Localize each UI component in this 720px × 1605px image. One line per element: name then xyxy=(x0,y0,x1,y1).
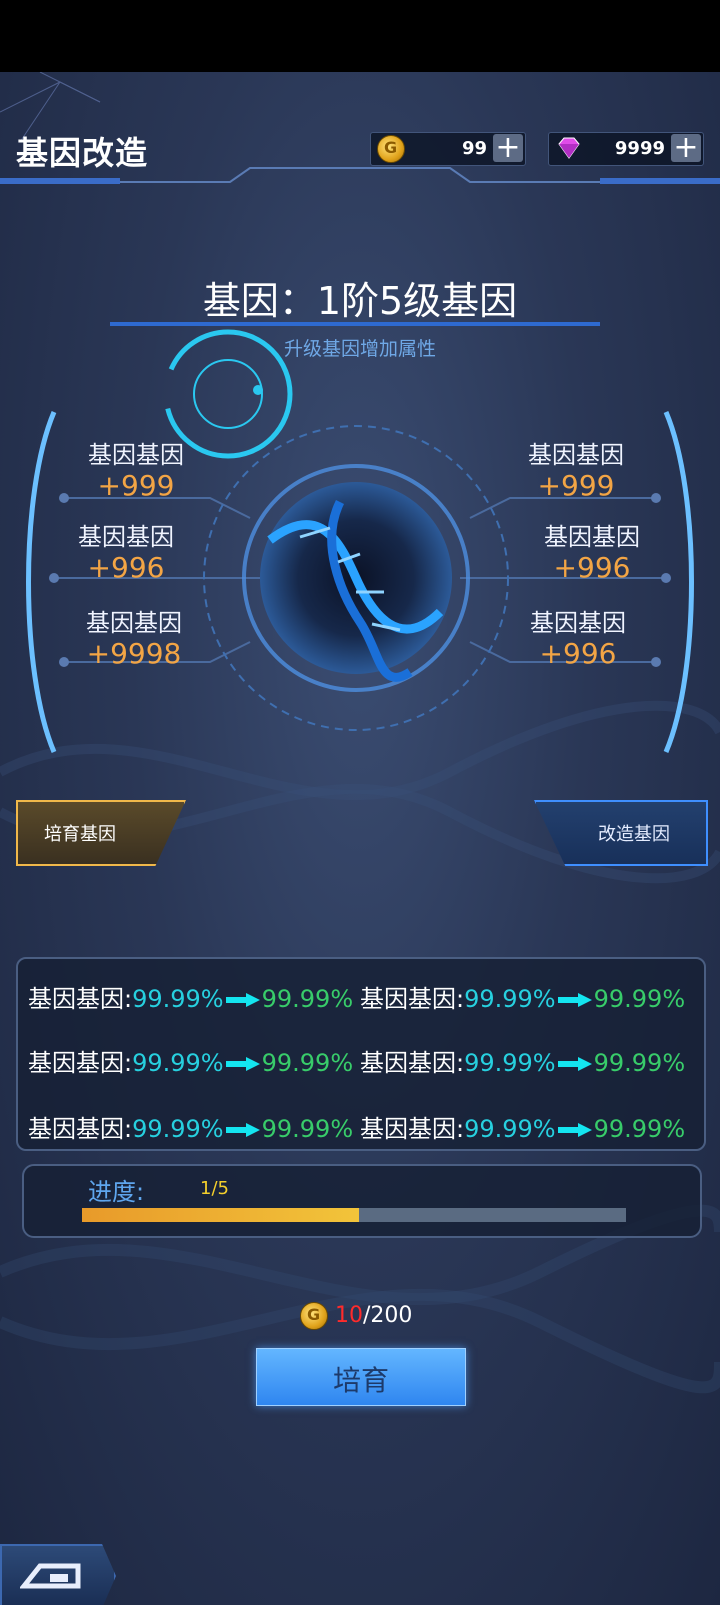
stat-label: 基因基因: xyxy=(28,1115,133,1143)
stat-old-value: 99.99% xyxy=(464,985,556,1013)
attribute-value: +9998 xyxy=(86,637,182,670)
left-attribute: 基因基因 +999 xyxy=(56,440,216,502)
cost-current: 10 xyxy=(335,1303,363,1328)
progress-bar-fill xyxy=(82,1208,360,1222)
status-bar xyxy=(0,0,720,72)
breed-button-label: 培育 xyxy=(332,1364,389,1397)
gem-icon xyxy=(558,137,580,159)
stat-label: 基因基因: xyxy=(360,1049,465,1077)
stat-label: 基因基因: xyxy=(360,1115,465,1143)
stat-row: 基因基因:99.99% 99.99% xyxy=(360,1043,685,1078)
attribute-name: 基因基因 xyxy=(88,441,184,469)
stat-change-panel: 基因基因:99.99% 99.99% 基因基因:99.99% 99.99% 基因基因… xyxy=(16,957,706,1151)
gene-level-title: 基因：1阶5级基因 xyxy=(202,279,518,323)
arrow-right-icon xyxy=(225,993,260,1007)
attribute-value: +996 xyxy=(553,551,631,584)
stat-row: 基因基因:99.99% 99.99% xyxy=(360,979,685,1014)
stat-label: 基因基因: xyxy=(28,1049,133,1077)
tab-modify-label: 改造基因 xyxy=(598,824,670,845)
attribute-value: +999 xyxy=(537,469,615,502)
gold-coin-icon xyxy=(300,1302,328,1330)
tab-breed-label: 培育基因 xyxy=(44,824,116,845)
arrow-right-icon xyxy=(557,993,592,1007)
stat-new-value: 99.99% xyxy=(261,1115,354,1143)
arrow-right-icon xyxy=(225,1057,260,1071)
attribute-value: +996 xyxy=(87,551,165,584)
gem-currency: 9999 + xyxy=(548,132,704,166)
page-title: 基因改造 xyxy=(16,134,149,172)
attribute-name: 基因基因 xyxy=(528,441,624,469)
progress-bar xyxy=(82,1208,626,1222)
stat-old-value: 99.99% xyxy=(132,985,224,1013)
attribute-name: 基因基因 xyxy=(544,523,640,551)
stat-row: 基因基因:99.99% 99.99% xyxy=(28,1109,353,1144)
stat-new-value: 99.99% xyxy=(261,1049,354,1077)
gem-amount: 9999 xyxy=(614,138,665,159)
attribute-name: 基因基因 xyxy=(530,609,626,637)
back-button[interactable] xyxy=(0,1544,116,1605)
back-icon xyxy=(20,1563,81,1589)
gene-subtitle: 升级基因增加属性 xyxy=(283,338,436,360)
gold-coin-icon xyxy=(377,135,405,163)
stat-new-value: 99.99% xyxy=(261,985,354,1013)
stat-old-value: 99.99% xyxy=(464,1049,556,1077)
cost-display: 10/200 xyxy=(300,1302,412,1334)
stat-row: 基因基因:99.99% 99.99% xyxy=(360,1109,685,1144)
top-bar: 基因改造 99 + 9999 + xyxy=(0,72,720,192)
stat-new-value: 99.99% xyxy=(593,1115,686,1143)
right-attribute: 基因基因 +996 xyxy=(498,608,658,670)
breed-button[interactable]: 培育 xyxy=(256,1348,466,1406)
arrow-right-icon xyxy=(557,1123,592,1137)
attribute-name: 基因基因 xyxy=(78,523,174,551)
stat-old-value: 99.99% xyxy=(132,1049,224,1077)
stat-old-value: 99.99% xyxy=(464,1115,556,1143)
progress-label: 进度: xyxy=(88,1178,145,1206)
left-attribute: 基因基因 +9998 xyxy=(54,608,214,670)
stat-row: 基因基因:99.99% 99.99% xyxy=(28,1043,353,1078)
gold-currency: 99 + xyxy=(370,132,526,166)
gold-amount: 99 xyxy=(461,138,487,159)
attribute-name: 基因基因 xyxy=(86,609,182,637)
arrow-right-icon xyxy=(557,1057,592,1071)
cost-total: /200 xyxy=(363,1303,413,1328)
stat-row: 基因基因:99.99% 99.99% xyxy=(28,979,353,1014)
attribute-value: +999 xyxy=(97,469,175,502)
right-attribute: 基因基因 +996 xyxy=(512,522,672,584)
stat-label: 基因基因: xyxy=(28,985,133,1013)
progress-count: 1/5 xyxy=(200,1178,229,1199)
stat-new-value: 99.99% xyxy=(593,985,686,1013)
attribute-value: +996 xyxy=(539,637,617,670)
right-attribute: 基因基因 +999 xyxy=(496,440,656,502)
left-attribute: 基因基因 +996 xyxy=(46,522,206,584)
add-gold-button[interactable]: + xyxy=(493,133,523,163)
game-screen: 基因改造 99 + 9999 + 基因：1阶5级基因 升级基因增加属性 基因基因… xyxy=(0,72,720,1605)
arrow-right-icon xyxy=(225,1123,260,1137)
stat-new-value: 99.99% xyxy=(593,1049,686,1077)
stat-old-value: 99.99% xyxy=(132,1115,224,1143)
stat-label: 基因基因: xyxy=(360,985,465,1013)
add-gem-button[interactable]: + xyxy=(671,133,701,163)
progress-panel: 进度: 1/5 xyxy=(22,1164,702,1238)
